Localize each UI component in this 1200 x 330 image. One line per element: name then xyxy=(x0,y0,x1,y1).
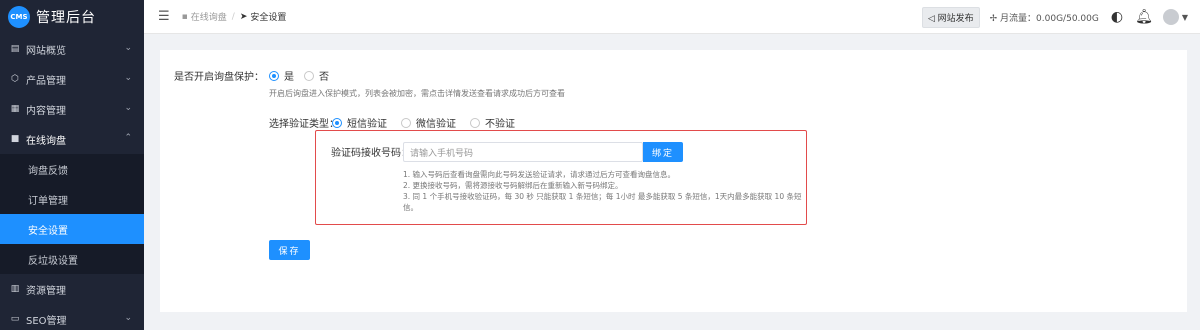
header-actions: ◁ 网站发布 ✢ 月流量：0.00G/50.00G ◐ 🔔︎ ▼ xyxy=(921,0,1188,34)
chevron-up-icon: ⌃ xyxy=(124,133,132,143)
sidebar-item-label: 在线询盘 xyxy=(26,135,66,147)
seo-icon: ▭ xyxy=(10,314,20,324)
avatar[interactable] xyxy=(1162,9,1179,25)
phone-notes: 1. 输入号码后查看询盘需向此号码发送验证请求，请求通过后方可查看询盘信息。 2… xyxy=(403,169,803,213)
send-icon: ◁ xyxy=(927,13,938,24)
breadcrumb-separator: / xyxy=(231,11,235,22)
sidebar-item-content[interactable]: ▦ 内容管理 ⌄ xyxy=(0,94,144,124)
protect-radio-group: 是 否 xyxy=(269,68,339,83)
sidebar-item-products[interactable]: ⬡ 产品管理 ⌄ xyxy=(0,64,144,94)
radio-checked-icon xyxy=(332,117,342,128)
sidebar-subitem-antispam[interactable]: 反垃圾设置 xyxy=(0,244,144,274)
breadcrumb-current: 安全设置 xyxy=(250,13,287,23)
caret-down-icon[interactable]: ▼ xyxy=(1182,13,1188,22)
phone-label: 验证码接收号码： xyxy=(331,148,411,159)
folder-icon: ▥ xyxy=(10,284,20,294)
phone-input[interactable]: 请输入手机号码 xyxy=(403,142,643,162)
radio-unchecked-icon xyxy=(470,117,480,128)
protect-label: 是否开启询盘保护： xyxy=(174,72,264,83)
sidebar-item-label: 内容管理 xyxy=(26,105,66,117)
chat-icon: ▪ xyxy=(181,11,188,22)
breadcrumb: ▪ 在线询盘 / ➤ 安全设置 xyxy=(181,10,287,24)
verify-label: 选择验证类型： xyxy=(269,119,339,130)
menu-toggle-icon[interactable]: ☰ xyxy=(158,9,170,24)
verify-none-radio[interactable]: 不验证 xyxy=(470,115,515,130)
radio-checked-icon xyxy=(269,70,279,81)
document-icon: ▦ xyxy=(10,104,20,114)
theme-toggle-icon[interactable]: ◐ xyxy=(1111,9,1123,25)
dashboard-icon: ▤ xyxy=(10,44,20,54)
radio-unchecked-icon xyxy=(304,70,314,81)
sidebar-item-inquiry[interactable]: ■ 在线询盘 ⌃ xyxy=(0,124,144,154)
note-line: 1. 输入号码后查看询盘需向此号码发送验证请求，请求通过后方可查看询盘信息。 xyxy=(403,170,676,179)
sidebar-item-label: 网站概览 xyxy=(26,45,66,57)
logo[interactable]: CMS 管理后台 xyxy=(0,0,144,34)
sidebar-subitem-orders[interactable]: 订单管理 xyxy=(0,184,144,214)
note-line: 3. 同 1 个手机号接收验证码，每 30 秒 只能获取 1 条短信；每 1小时… xyxy=(403,192,802,212)
publish-button[interactable]: ◁ 网站发布 xyxy=(921,6,980,28)
settings-panel: 是否开启询盘保护： 是 否 开启后询盘进入保护模式，列表会被加密，需点击详情发送… xyxy=(160,50,1187,312)
bell-icon[interactable]: 🔔︎ xyxy=(1135,9,1153,25)
app-title: 管理后台 xyxy=(36,10,96,26)
note-line: 2. 更换接收号码，需将源接收号码解绑后在重新输入新号码绑定。 xyxy=(403,181,623,190)
chevron-down-icon: ⌄ xyxy=(124,313,132,323)
protect-yes-radio[interactable]: 是 xyxy=(269,68,294,83)
verify-sms-radio[interactable]: 短信验证 xyxy=(332,115,387,130)
sidebar-item-label: 产品管理 xyxy=(26,75,66,87)
traffic-icon: ✢ xyxy=(989,13,1001,24)
sidebar-item-label: 资源管理 xyxy=(26,285,66,297)
cube-icon: ⬡ xyxy=(11,74,19,84)
sidebar-item-label: SEO管理 xyxy=(26,315,67,327)
sidebar-subitem-feedback[interactable]: 询盘反馈 xyxy=(0,154,144,184)
sidebar: CMS 管理后台 ▤ 网站概览 ⌄ ⬡ 产品管理 ⌄ ▦ 内容管理 ⌄ ■ 在线… xyxy=(0,0,144,330)
verify-wechat-radio[interactable]: 微信验证 xyxy=(401,115,456,130)
save-button[interactable]: 保存 xyxy=(269,240,310,260)
verify-radio-group: 短信验证 微信验证 不验证 xyxy=(332,115,525,130)
chevron-down-icon: ⌄ xyxy=(124,43,132,53)
traffic-indicator: ✢ 月流量：0.00G/50.00G xyxy=(989,13,1099,24)
radio-unchecked-icon xyxy=(401,117,411,128)
sidebar-subitem-security[interactable]: 安全设置 xyxy=(0,214,144,244)
logo-badge: CMS xyxy=(8,6,30,28)
chevron-down-icon: ⌄ xyxy=(124,103,132,113)
bind-button[interactable]: 绑定 xyxy=(643,142,683,162)
chevron-down-icon: ⌄ xyxy=(124,73,132,83)
breadcrumb-item[interactable]: 在线询盘 xyxy=(191,10,227,23)
send-icon: ➤ xyxy=(239,11,248,22)
protect-no-radio[interactable]: 否 xyxy=(304,68,329,83)
sidebar-item-seo[interactable]: ▭ SEO管理 ⌄ xyxy=(0,304,144,330)
chat-icon: ■ xyxy=(10,134,20,144)
top-header: ☰ ▪ 在线询盘 / ➤ 安全设置 ◁ 网站发布 ✢ 月流量：0.00G/50.… xyxy=(144,0,1200,34)
sidebar-item-overview[interactable]: ▤ 网站概览 ⌄ xyxy=(0,34,144,64)
protect-hint: 开启后询盘进入保护模式，列表会被加密，需点击详情发送查看请求成功后方可查看 xyxy=(269,89,565,98)
sidebar-item-resources[interactable]: ▥ 资源管理 xyxy=(0,274,144,304)
